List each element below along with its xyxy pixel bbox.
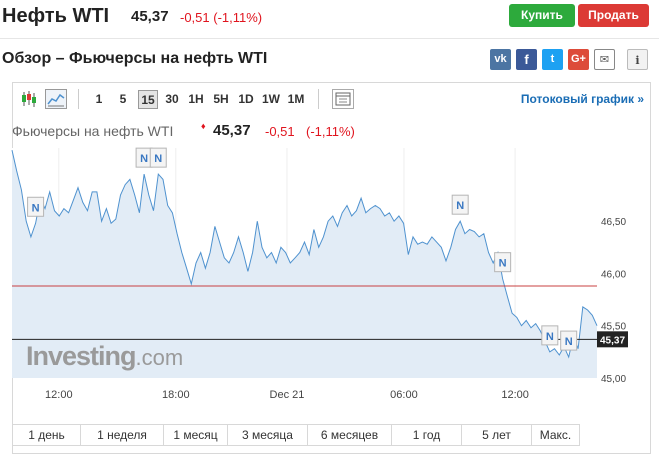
- price-chart[interactable]: 12:00 18:00 Dec 21 06:00 12:00 45,37 46,50 46,0…: [0, 0, 659, 459]
- news-marker-label: N: [499, 258, 507, 270]
- news-marker-label: N: [456, 200, 464, 212]
- range-selector: 1 день 1 неделя 1 месяц 3 месяца 6 месяцев 1 …: [12, 424, 580, 446]
- news-marker-label: N: [32, 202, 40, 214]
- x-tick-label: 18:00: [162, 389, 190, 401]
- x-tick-label: 06:00: [390, 389, 418, 401]
- range-button[interactable]: 1 день: [13, 425, 81, 445]
- investing-watermark-logo: Investing.com: [26, 341, 183, 372]
- current-price-label: 45,37: [600, 335, 625, 346]
- x-tick-label: Dec 21: [270, 389, 305, 401]
- range-button[interactable]: 5 лет: [462, 425, 532, 445]
- news-marker-label: N: [546, 331, 554, 343]
- watermark-suffix: .com: [135, 345, 184, 370]
- range-button[interactable]: 1 неделя: [81, 425, 164, 445]
- range-button[interactable]: 3 месяца: [228, 425, 308, 445]
- news-marker-label: N: [140, 153, 148, 165]
- x-tick-label: 12:00: [45, 389, 73, 401]
- y-tick-label: 45,00: [601, 374, 626, 385]
- range-button[interactable]: 1 год: [392, 425, 462, 445]
- range-button[interactable]: Макс.: [532, 425, 579, 445]
- x-tick-label: 12:00: [501, 389, 529, 401]
- news-marker-label: N: [154, 153, 162, 165]
- range-button[interactable]: 1 месяц: [164, 425, 228, 445]
- news-marker-label: N: [565, 336, 573, 348]
- y-tick-label: 46,50: [601, 217, 626, 228]
- watermark-brand: Investing: [26, 341, 137, 371]
- range-button[interactable]: 6 месяцев: [308, 425, 392, 445]
- y-tick-label: 45,50: [601, 322, 626, 333]
- y-tick-label: 46,00: [601, 269, 626, 280]
